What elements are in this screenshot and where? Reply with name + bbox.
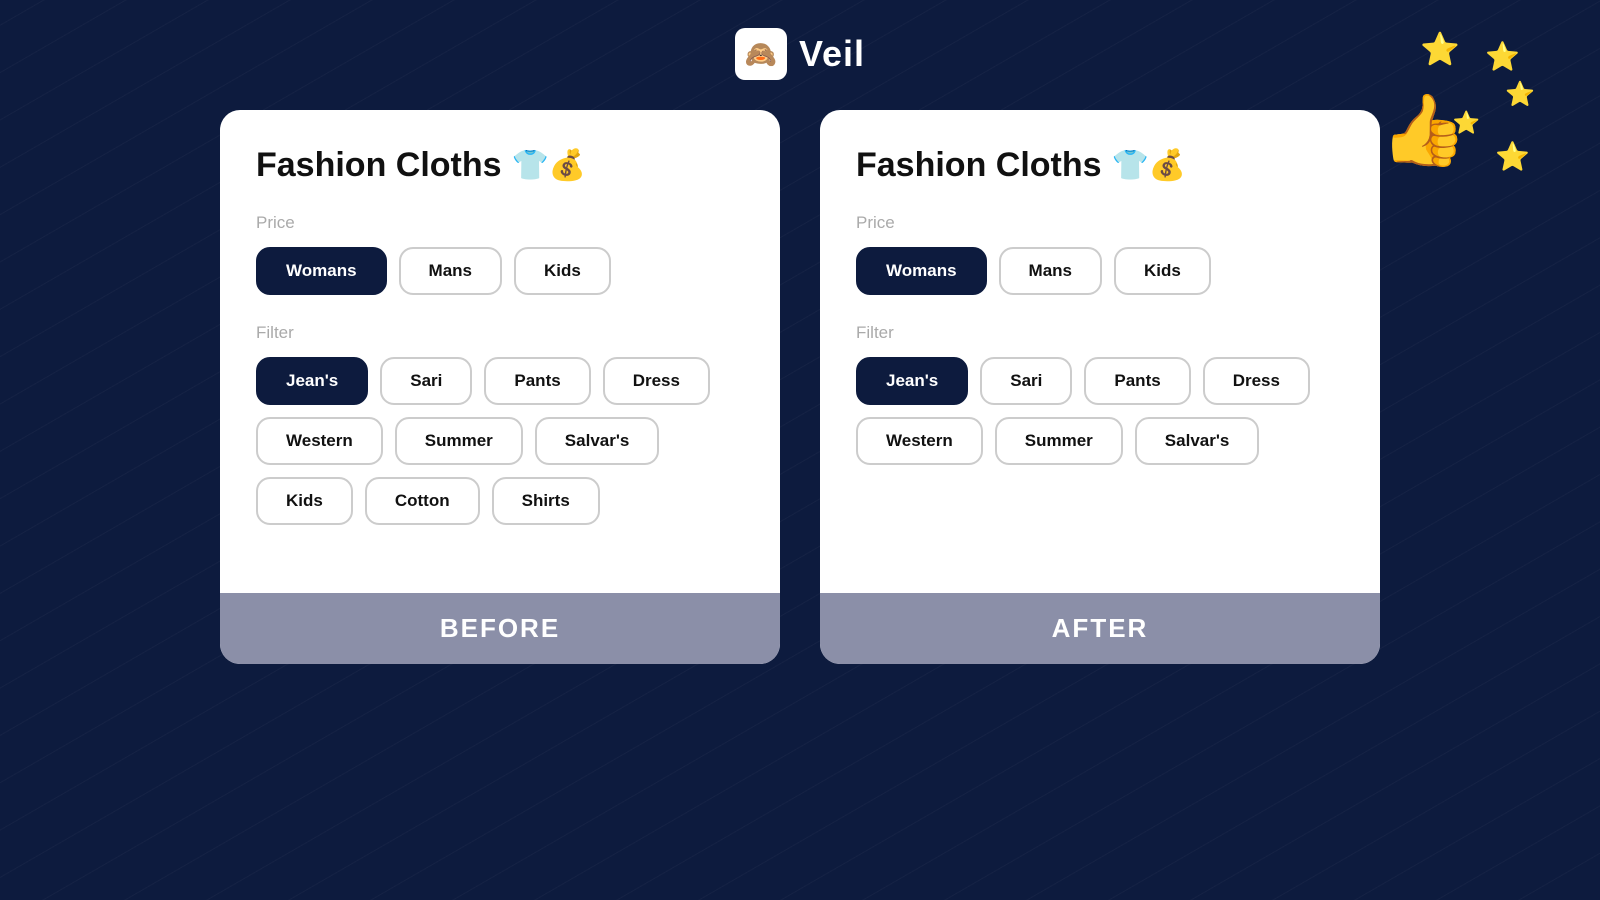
after-filter-buttons: Jean's Sari Pants Dress Western Summer S…	[856, 357, 1344, 465]
before-filter-cotton[interactable]: Cotton	[365, 477, 480, 525]
before-price-kids[interactable]: Kids	[514, 247, 611, 295]
after-price-buttons: Womans Mans Kids	[856, 247, 1344, 295]
before-filter-salvars[interactable]: Salvar's	[535, 417, 660, 465]
after-price-kids[interactable]: Kids	[1114, 247, 1211, 295]
logo-text: Veil	[799, 33, 865, 75]
after-filter-label: Filter	[856, 323, 1344, 343]
after-price-mans[interactable]: Mans	[999, 247, 1102, 295]
after-card-body: Fashion Cloths 👕💰 Price Womans Mans Kids…	[820, 110, 1380, 593]
after-price-label: Price	[856, 213, 1344, 233]
after-footer: AFTER	[820, 593, 1380, 664]
after-filter-dress[interactable]: Dress	[1203, 357, 1310, 405]
before-title-text: Fashion Cloths	[256, 146, 502, 185]
after-filter-pants[interactable]: Pants	[1084, 357, 1190, 405]
after-footer-label: AFTER	[1052, 613, 1149, 643]
before-filter-sari[interactable]: Sari	[380, 357, 472, 405]
before-price-womans[interactable]: Womans	[256, 247, 387, 295]
before-filter-dress[interactable]: Dress	[603, 357, 710, 405]
before-footer-label: BEFORE	[440, 613, 560, 643]
after-price-womans[interactable]: Womans	[856, 247, 987, 295]
before-filter-jeans[interactable]: Jean's	[256, 357, 368, 405]
after-filter-summer[interactable]: Summer	[995, 417, 1123, 465]
after-card: Fashion Cloths 👕💰 Price Womans Mans Kids…	[820, 110, 1380, 664]
before-filter-label: Filter	[256, 323, 744, 343]
before-filter-western[interactable]: Western	[256, 417, 383, 465]
after-filter-jeans[interactable]: Jean's	[856, 357, 968, 405]
before-card: Fashion Cloths 👕💰 Price Womans Mans Kids…	[220, 110, 780, 664]
before-filter-pants[interactable]: Pants	[484, 357, 590, 405]
before-filter-shirts[interactable]: Shirts	[492, 477, 600, 525]
logo-box: 🙈	[735, 28, 787, 80]
logo-icon: 🙈	[745, 39, 777, 70]
after-filter-salvars[interactable]: Salvar's	[1135, 417, 1260, 465]
before-filter-kids[interactable]: Kids	[256, 477, 353, 525]
before-footer: BEFORE	[220, 593, 780, 664]
before-price-label: Price	[256, 213, 744, 233]
after-filter-western[interactable]: Western	[856, 417, 983, 465]
after-filter-sari[interactable]: Sari	[980, 357, 1072, 405]
main-content: Fashion Cloths 👕💰 Price Womans Mans Kids…	[0, 100, 1600, 674]
before-price-mans[interactable]: Mans	[399, 247, 502, 295]
after-title-text: Fashion Cloths	[856, 146, 1102, 185]
before-price-buttons: Womans Mans Kids	[256, 247, 744, 295]
before-filter-buttons: Jean's Sari Pants Dress Western Summer S…	[256, 357, 744, 525]
after-title-emoji: 👕💰	[1112, 148, 1187, 183]
before-card-body: Fashion Cloths 👕💰 Price Womans Mans Kids…	[220, 110, 780, 593]
before-title-emoji: 👕💰	[512, 148, 587, 183]
before-card-title: Fashion Cloths 👕💰	[256, 146, 744, 185]
after-card-title: Fashion Cloths 👕💰	[856, 146, 1344, 185]
before-filter-summer[interactable]: Summer	[395, 417, 523, 465]
header: 🙈 Veil	[0, 0, 1600, 100]
